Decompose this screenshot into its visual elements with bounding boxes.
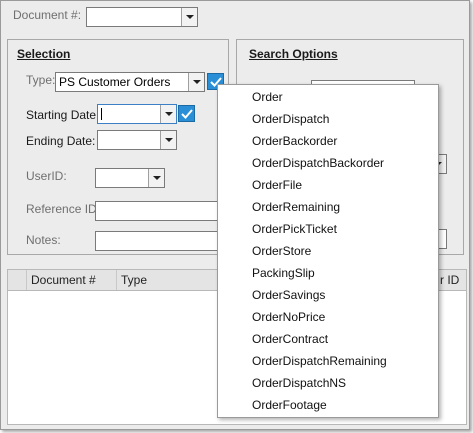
dropdown-item-orderstore[interactable]: OrderStore (218, 240, 438, 262)
dropdown-item-orderbackorder[interactable]: OrderBackorder (218, 130, 438, 152)
ending-date-label: Ending Date: (26, 134, 96, 148)
type-label: Type: (26, 73, 56, 87)
column-header-document[interactable]: Document # (26, 270, 116, 290)
dropdown-item-ordersavings[interactable]: OrderSavings (218, 284, 438, 306)
reference-id-label: Reference ID: (26, 202, 101, 216)
type-combo[interactable]: PS Customer Orders (55, 72, 205, 92)
column-header-user-id[interactable]: r ID (440, 270, 468, 290)
starting-date-combo[interactable] (97, 104, 177, 124)
dropdown-item-order[interactable]: Order (218, 86, 438, 108)
dropdown-item-orderfootage[interactable]: OrderFootage (218, 394, 438, 416)
document-number-dropdown-button[interactable] (181, 8, 197, 26)
checkmark-icon (181, 109, 193, 119)
type-dropdown-list[interactable]: Order OrderDispatch OrderBackorder Order… (217, 84, 439, 418)
starting-date-dropdown-button[interactable] (160, 105, 176, 123)
dropdown-item-ordercontract[interactable]: OrderContract (218, 328, 438, 350)
dropdown-item-orderfile[interactable]: OrderFile (218, 174, 438, 196)
reference-id-input[interactable] (95, 201, 219, 221)
dropdown-item-ordernoprice[interactable]: OrderNoPrice (218, 306, 438, 328)
dropdown-item-orderremaining[interactable]: OrderRemaining (218, 196, 438, 218)
ending-date-combo[interactable] (97, 130, 177, 150)
userid-label: UserID: (26, 169, 67, 183)
type-value: PS Customer Orders (59, 75, 171, 89)
ending-date-dropdown-button[interactable] (160, 131, 176, 149)
dropdown-item-orderdispatchbackorder[interactable]: OrderDispatchBackorder (218, 152, 438, 174)
search-options-title: Search Options (249, 47, 338, 61)
notes-input[interactable] (95, 231, 219, 251)
document-number-combo[interactable] (86, 7, 198, 27)
dropdown-item-orderdispatch[interactable]: OrderDispatch (218, 108, 438, 130)
starting-date-checkbox[interactable] (178, 105, 195, 122)
text-cursor (101, 108, 102, 120)
dropdown-item-packingslip[interactable]: PackingSlip (218, 262, 438, 284)
dropdown-item-orderdispatchremaining[interactable]: OrderDispatchRemaining (218, 350, 438, 372)
selection-title: Selection (17, 47, 71, 61)
starting-date-label: Starting Date: (26, 108, 100, 122)
userid-dropdown-button[interactable] (148, 169, 164, 187)
userid-combo[interactable] (95, 168, 165, 188)
document-number-label: Document #: (13, 8, 82, 22)
dropdown-item-orderpickticket[interactable]: OrderPickTicket (218, 218, 438, 240)
type-dropdown-button[interactable] (188, 73, 204, 91)
notes-label: Notes: (26, 233, 61, 247)
dropdown-item-orderdispatchns[interactable]: OrderDispatchNS (218, 372, 438, 394)
